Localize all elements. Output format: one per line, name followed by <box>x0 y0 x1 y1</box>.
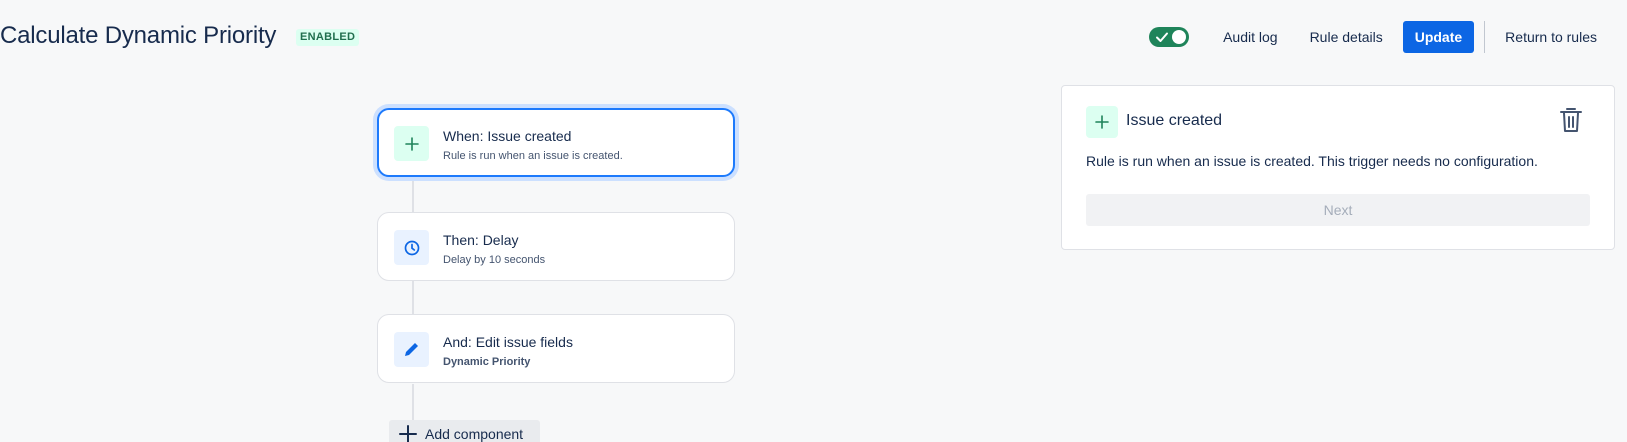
audit-log-button[interactable]: Audit log <box>1213 22 1287 52</box>
add-component-button[interactable]: Add component <box>389 420 540 442</box>
component-card-delay[interactable]: Then: Delay Delay by 10 seconds <box>377 212 735 281</box>
toggle-knob <box>1172 30 1187 44</box>
add-component-label: Add component <box>425 426 524 442</box>
component-title: Then: Delay <box>443 232 519 248</box>
component-card-trigger[interactable]: When: Issue created Rule is run when an … <box>377 108 735 177</box>
component-subtitle: Delay by 10 seconds <box>443 254 546 266</box>
component-title: And: Edit issue fields <box>443 334 573 350</box>
header-actions: Audit log Rule details Update Return to … <box>1149 21 1597 53</box>
flow-connector <box>412 178 414 214</box>
header-divider <box>1484 21 1486 53</box>
flow-connector <box>412 281 414 317</box>
component-title: When: Issue created <box>443 128 572 144</box>
status-badge: ENABLED <box>296 29 360 46</box>
component-card-edit-fields[interactable]: And: Edit issue fields Dynamic Priority <box>377 314 735 383</box>
panel-title: Issue created <box>1126 112 1223 129</box>
rule-title[interactable]: Calculate Dynamic Priority <box>0 22 276 50</box>
plus-icon <box>394 126 429 161</box>
component-subtitle: Dynamic Priority <box>443 356 531 368</box>
flow-connector <box>412 384 414 420</box>
panel-description: Rule is run when an issue is created. Th… <box>1086 153 1538 169</box>
rule-enabled-toggle[interactable] <box>1149 27 1190 47</box>
next-button[interactable]: Next <box>1086 194 1590 226</box>
rule-details-button[interactable]: Rule details <box>1300 22 1393 52</box>
update-button[interactable]: Update <box>1402 21 1475 53</box>
component-config-panel: Issue created Rule is run when an issue … <box>1061 85 1615 250</box>
component-subtitle: Rule is run when an issue is created. <box>443 150 623 162</box>
pencil-icon <box>394 332 429 367</box>
return-to-rules-button[interactable]: Return to rules <box>1495 22 1597 52</box>
clock-icon <box>394 230 429 265</box>
trash-icon[interactable] <box>1558 106 1584 134</box>
plus-icon <box>1086 106 1118 138</box>
plus-icon <box>399 425 417 442</box>
check-icon <box>1156 32 1169 42</box>
automation-rule-editor: Calculate Dynamic Priority ENABLED Audit… <box>0 0 1627 442</box>
